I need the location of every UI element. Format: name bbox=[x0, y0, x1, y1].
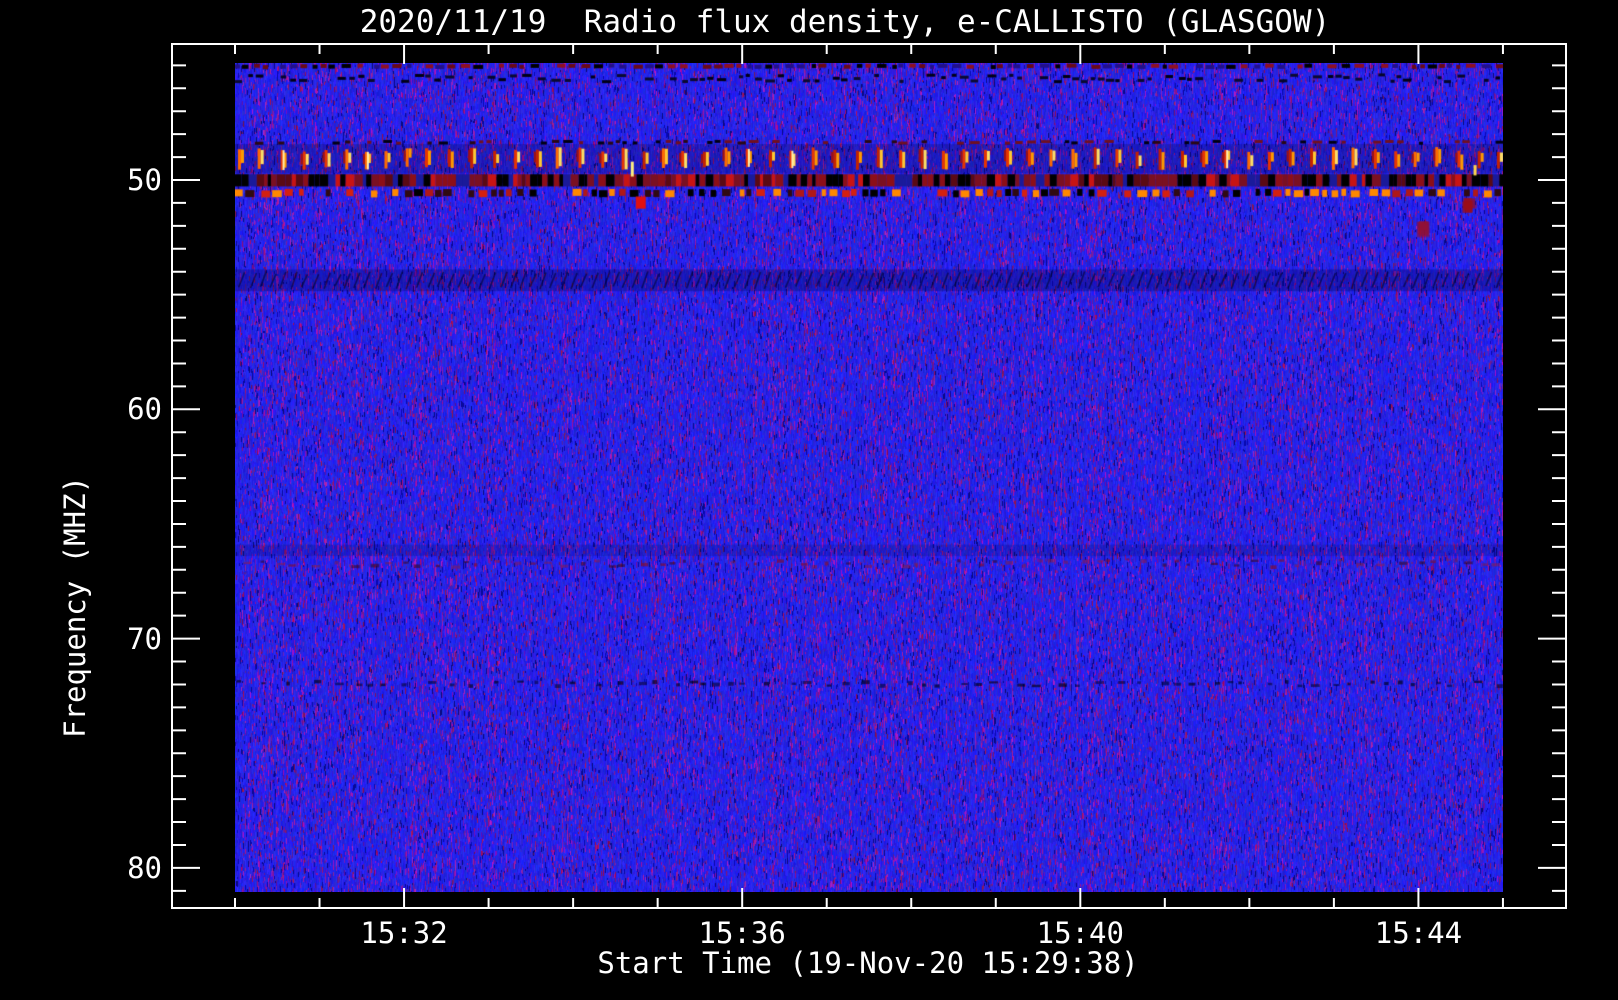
y-tick-label: 70 bbox=[127, 621, 162, 656]
y-tick-label: 50 bbox=[127, 163, 162, 197]
x-tick-label: 15:44 bbox=[1374, 916, 1463, 950]
axes-frame bbox=[171, 43, 1567, 909]
x-tick-label: 15:40 bbox=[1036, 916, 1124, 950]
y-tick-label: 80 bbox=[127, 850, 162, 885]
x-tick-label: 15:32 bbox=[360, 916, 448, 950]
y-tick-label: 60 bbox=[127, 392, 162, 427]
plot-frame bbox=[171, 43, 1567, 909]
x-axis-title: Start Time (19-Nov-20 15:29:38) bbox=[597, 946, 1139, 980]
axis-ticks bbox=[172, 44, 1566, 908]
spectrogram-page: 2020/11/19 Radio flux density, e-CALLIST… bbox=[0, 0, 1618, 1000]
x-tick-label: 15:36 bbox=[698, 916, 786, 950]
y-axis-title-text: Frequency (MHZ) bbox=[58, 476, 92, 738]
